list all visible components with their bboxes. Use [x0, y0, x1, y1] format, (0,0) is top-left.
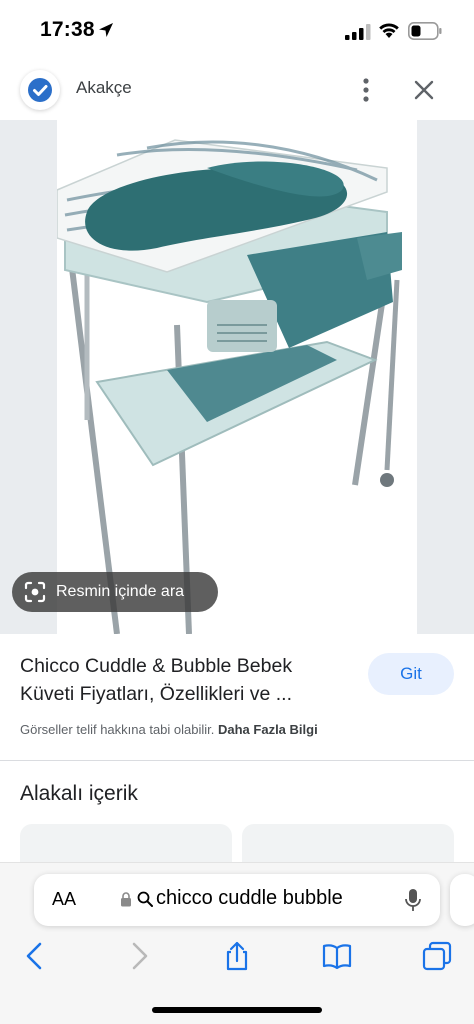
next-tab-preview[interactable] — [450, 874, 474, 926]
result-title-line2: Küveti Fiyatları, Özellikleri ve ... — [20, 683, 292, 705]
status-time: 17:38 — [40, 18, 95, 41]
status-bar: 17:38 — [0, 0, 474, 62]
more-info-link[interactable]: Daha Fazla Bilgi — [218, 722, 318, 737]
signal-icon — [345, 24, 371, 40]
site-logo[interactable] — [20, 70, 60, 110]
result-title-line1: Chicco Cuddle & Bubble Bebek — [20, 655, 293, 677]
microphone-icon[interactable] — [404, 888, 422, 912]
baby-bath-illustration — [57, 139, 402, 634]
image-preview — [0, 120, 474, 634]
lock-icon — [121, 892, 131, 907]
vertical-dots-icon[interactable] — [352, 74, 380, 106]
result-title[interactable]: Chicco Cuddle & Bubble Bebek Küveti Fiya… — [20, 652, 350, 708]
lens-search-label: Resmin içinde ara — [56, 583, 185, 600]
copyright-notice: Görseller telif hakkına tabi olabilir. D… — [20, 722, 318, 737]
address-text[interactable]: chicco cuddle bubble — [156, 887, 343, 910]
wifi-icon — [379, 23, 399, 38]
back-icon[interactable] — [20, 941, 50, 971]
battery-icon — [408, 22, 442, 40]
go-button[interactable]: Git — [368, 653, 454, 695]
forward-icon[interactable] — [124, 941, 154, 971]
result-header: Akakçe — [0, 62, 474, 118]
lens-search-button[interactable]: Resmin içinde ara — [12, 572, 218, 612]
bookmarks-icon[interactable] — [322, 941, 352, 971]
share-icon[interactable] — [222, 941, 252, 971]
product-image[interactable] — [57, 120, 417, 634]
divider — [0, 760, 474, 761]
reader-settings-button[interactable]: AA — [52, 889, 76, 910]
checkmark-badge-icon — [28, 78, 52, 102]
lens-icon — [24, 581, 46, 603]
home-indicator — [152, 1007, 322, 1013]
tabs-icon[interactable] — [422, 941, 452, 971]
browser-toolbar: AA chicco cuddle bubble — [0, 862, 474, 1024]
address-bar[interactable]: AA chicco cuddle bubble — [34, 874, 440, 926]
copyright-text: Görseller telif hakkına tabi olabilir. — [20, 722, 215, 737]
site-name[interactable]: Akakçe — [76, 78, 132, 98]
related-content-heading: Alakalı içerik — [20, 782, 138, 805]
search-icon — [137, 891, 153, 907]
location-arrow-icon — [99, 23, 113, 37]
close-icon[interactable] — [410, 76, 438, 104]
